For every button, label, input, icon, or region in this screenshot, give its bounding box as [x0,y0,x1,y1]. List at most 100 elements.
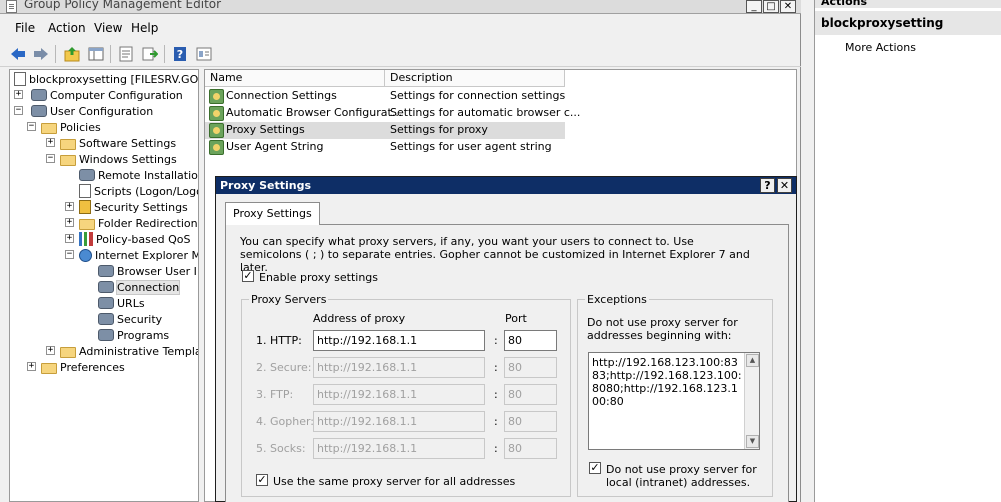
tree-expander[interactable]: + [46,138,55,147]
enable-proxy-checkbox[interactable]: ✓ [242,270,254,282]
tree-item[interactable]: Browser User I [98,263,197,279]
tree-item[interactable]: Administrative Templat [60,343,198,359]
menu-help[interactable]: Help [131,21,158,35]
list-item-description: Settings for proxy [390,123,488,136]
window-title: Group Policy Management Editor [24,0,222,11]
tree-item[interactable]: Policy-based QoS [79,231,191,247]
scroll-down-icon[interactable]: ▼ [746,435,759,448]
tree-item[interactable]: Programs [98,327,169,343]
proxy-address-input[interactable]: http://192.168.1.1 [313,384,485,405]
menu-view[interactable]: View [94,21,122,35]
folder-icon [79,218,95,230]
actions-pane: Actions blockproxysetting More Actions [814,0,1001,502]
filter-icon[interactable] [195,45,213,63]
tree-item[interactable]: Folder Redirection [79,215,198,231]
local-bypass-label: Do not use proxy server for local (intra… [606,463,757,489]
proxy-settings-dialog: Proxy Settings ? ✕ Proxy Settings You ca… [215,176,797,502]
gpo-icon [14,72,26,86]
tree-expander[interactable]: + [65,202,74,211]
proxy-port-input[interactable]: 80 [504,357,557,378]
list-item[interactable]: User Agent String Settings for user agent… [205,139,565,156]
tree-expander[interactable]: − [46,154,55,163]
tree-item[interactable]: blockproxysetting [FILESRV.GOLDE [14,71,199,87]
list-item-name: Connection Settings [226,89,337,102]
tree-expander[interactable]: + [46,346,55,355]
gear-icon [98,281,114,293]
folder-icon [60,138,76,150]
same-proxy-checkbox[interactable]: ✓ [256,474,268,486]
colon-separator: : [494,442,498,455]
proxy-address-input[interactable]: http://192.168.1.1 [313,411,485,432]
tree-expander[interactable]: − [27,122,36,131]
column-header-description[interactable]: Description [385,70,565,87]
tree-item-label: Preferences [60,360,125,374]
export-list-icon[interactable] [141,45,159,63]
tree-item[interactable]: Scripts (Logon/Logo [79,183,198,199]
exceptions-scrollbar[interactable]: ▲ ▼ [744,353,759,449]
tree-expander[interactable]: − [65,250,74,259]
tree-expander[interactable]: + [27,362,36,371]
tree-item-label: URLs [117,296,145,310]
proxy-type-label: 5. Socks: [256,442,306,455]
maximize-button[interactable]: □ [763,0,779,13]
tab-proxy-settings[interactable]: Proxy Settings [225,202,320,225]
list-item[interactable]: Proxy Settings Settings for proxy [205,122,565,139]
tree-item-label: Policy-based QoS [96,232,191,246]
tree-item-label: Security Settings [94,200,188,214]
tree-item[interactable]: Internet Explorer M [79,247,198,263]
help-icon[interactable]: ? [171,45,189,63]
gear-icon [98,313,114,325]
exceptions-textarea[interactable]: http://192.168.123.100:8383;http://192.1… [588,352,760,450]
tree-item[interactable]: Computer Configuration [31,87,183,103]
proxy-type-label: 1. HTTP: [256,334,302,347]
menu-file[interactable]: File [15,21,35,35]
colon-separator: : [494,388,498,401]
properties-icon[interactable] [117,45,135,63]
colon-separator: : [494,361,498,374]
tree-expander[interactable]: + [14,90,23,99]
proxy-port-input[interactable]: 80 [504,411,557,432]
tree-item[interactable]: URLs [98,295,145,311]
local-bypass-checkbox[interactable]: ✓ [589,462,601,474]
close-button[interactable]: ✕ [780,0,796,13]
proxy-address-input[interactable]: http://192.168.1.1 [313,357,485,378]
proxy-port-input[interactable]: 80 [504,330,557,351]
column-header-name[interactable]: Name [205,70,385,87]
list-item-name: User Agent String [226,140,324,153]
list-item[interactable]: Automatic Browser Configurat... Settings … [205,105,580,122]
dialog-help-button[interactable]: ? [760,178,775,193]
actions-section-title[interactable]: blockproxysetting [815,11,1001,35]
tree-item-label: User Configuration [50,104,154,118]
tree-item[interactable]: Policies [41,119,101,135]
more-actions-link[interactable]: More Actions [845,41,916,54]
tree-item[interactable]: Remote Installation [79,167,198,183]
proxy-port-input[interactable]: 80 [504,438,557,459]
list-item-description: Settings for automatic browser c... [390,106,581,119]
show-hide-tree-icon[interactable] [87,45,105,63]
tree-item-label: blockproxysetting [FILESRV.GOLDE [29,72,199,86]
tree-expander[interactable]: + [65,218,74,227]
back-icon[interactable] [9,45,27,63]
tree-expander[interactable]: + [65,234,74,243]
tree-item-label: Browser User I [117,264,197,278]
tree-item[interactable]: Preferences [41,359,125,375]
proxy-port-input[interactable]: 80 [504,384,557,405]
svg-text:?: ? [177,48,183,61]
minimize-button[interactable]: _ [746,0,762,13]
proxy-address-input[interactable]: http://192.168.1.1 [313,438,485,459]
scroll-up-icon[interactable]: ▲ [746,354,759,367]
tree-item[interactable]: Windows Settings [60,151,177,167]
tree-item[interactable]: Software Settings [60,135,176,151]
up-folder-icon[interactable] [63,45,81,63]
dialog-title: Proxy Settings [216,177,796,194]
tree-item[interactable]: User Configuration [31,103,153,119]
tree-item[interactable]: Connection [98,279,181,295]
tree-expander[interactable]: − [14,106,23,115]
list-item[interactable]: Connection Settings Settings for connecti… [205,88,565,105]
dialog-close-button[interactable]: ✕ [777,178,792,193]
forward-icon[interactable] [32,45,50,63]
tree-item[interactable]: Security Settings [79,199,188,215]
proxy-address-input[interactable]: http://192.168.1.1 [313,330,485,351]
tree-item[interactable]: Security [98,311,162,327]
menu-action[interactable]: Action [48,21,86,35]
